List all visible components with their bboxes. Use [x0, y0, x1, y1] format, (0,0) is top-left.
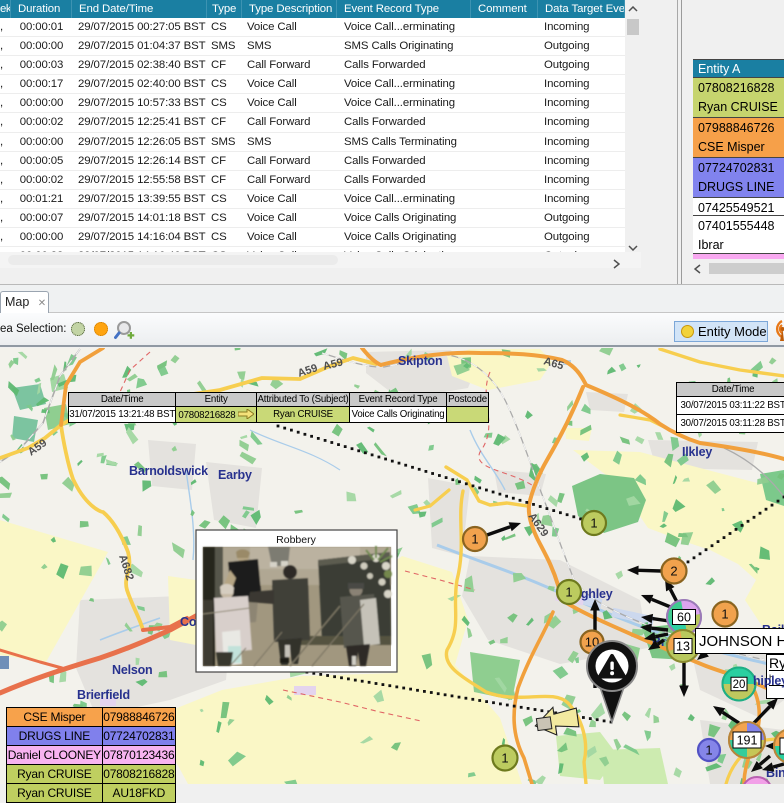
svg-text:Robbery: Robbery [276, 534, 316, 546]
svg-text:1: 1 [501, 751, 508, 766]
svg-text:1: 1 [565, 585, 572, 600]
svg-text:Ilkley: Ilkley [682, 445, 712, 459]
svg-text:13: 13 [676, 640, 690, 654]
svg-text:1: 1 [590, 516, 597, 531]
svg-text:Skipton: Skipton [398, 354, 442, 368]
svg-text:1: 1 [471, 532, 478, 547]
svg-text:Barnoldswick: Barnoldswick [129, 464, 208, 478]
svg-text:1: 1 [721, 607, 728, 622]
svg-text:191: 191 [737, 734, 758, 748]
svg-text:20: 20 [733, 679, 746, 691]
svg-text:2: 2 [670, 564, 677, 579]
svg-text:1: 1 [705, 743, 712, 758]
svg-text:Nelson: Nelson [112, 663, 152, 677]
svg-text:Brierfield: Brierfield [77, 688, 130, 702]
svg-text:Earby: Earby [218, 468, 252, 482]
svg-text:60: 60 [677, 611, 691, 625]
